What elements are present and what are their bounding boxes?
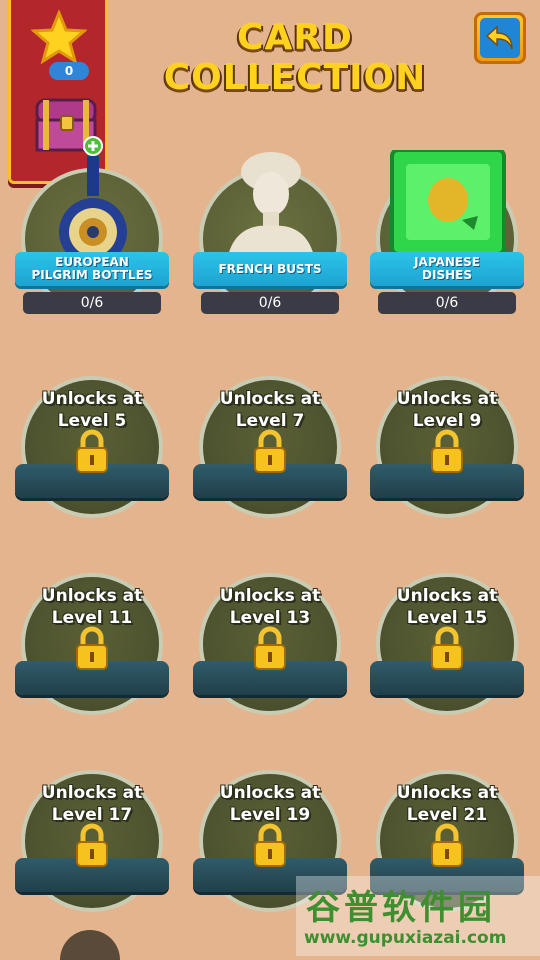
title-line-1: CARD: [237, 17, 353, 58]
padlock-icon: [430, 822, 464, 868]
unlock-text: Unlocks at Level 13: [219, 586, 321, 628]
star-icon: [30, 9, 88, 66]
back-button[interactable]: [474, 12, 526, 64]
watermark-cn: 谷普软件园: [306, 888, 496, 928]
collection-label: FRENCH BUSTS: [193, 252, 347, 286]
unlock-text: Unlocks at Level 21: [396, 783, 498, 825]
padlock-icon: [75, 625, 109, 671]
collection-card-french-busts[interactable]: FRENCH BUSTS 0/6: [193, 150, 347, 314]
star-count-badge: 0: [49, 62, 89, 80]
watermark-url: www.gupuxiazai.com: [304, 928, 507, 948]
back-arrow-icon: [480, 18, 520, 58]
unlock-text: Unlocks at Level 9: [396, 389, 498, 431]
locked-card[interactable]: Unlocks at Level 7: [193, 358, 347, 518]
collection-label: JAPANESE DISHES: [370, 252, 524, 286]
locked-card[interactable]: Unlocks at Level 5: [15, 358, 169, 518]
padlock-icon: [253, 428, 287, 474]
padlock-icon: [75, 428, 109, 474]
watermark: 谷普软件园 www.gupuxiazai.com: [296, 876, 540, 956]
collection-progress: 0/6: [201, 292, 339, 314]
locked-card[interactable]: Unlocks at Level 13: [193, 555, 347, 715]
collection-label: EUROPEAN PILGRIM BOTTLES: [15, 252, 169, 286]
unlock-text: Unlocks at Level 7: [219, 389, 321, 431]
locked-card[interactable]: Unlocks at Level 11: [15, 555, 169, 715]
locked-card[interactable]: Unlocks at Level 17: [15, 752, 169, 912]
locked-card[interactable]: Unlocks at Level 15: [370, 555, 524, 715]
unlock-text: Unlocks at Level 5: [41, 389, 143, 431]
collection-progress: 0/6: [23, 292, 161, 314]
treasure-chest-icon[interactable]: [33, 90, 103, 156]
collection-card-japanese-dishes[interactable]: JAPANESE DISHES 0/6: [370, 148, 524, 314]
locked-card[interactable]: Unlocks at Level 9: [370, 358, 524, 518]
title-line-2: COLLECTION: [163, 57, 427, 98]
next-row-artifact: [60, 930, 120, 960]
padlock-icon: [430, 625, 464, 671]
padlock-icon: [253, 822, 287, 868]
unlock-text: Unlocks at Level 17: [41, 783, 143, 825]
collection-progress: 0/6: [378, 292, 516, 314]
padlock-icon: [253, 625, 287, 671]
padlock-icon: [75, 822, 109, 868]
unlock-text: Unlocks at Level 15: [396, 586, 498, 628]
collection-card-european-pilgrim-bottles[interactable]: EUROPEAN PILGRIM BOTTLES 0/6: [15, 150, 169, 314]
unlock-text: Unlocks at Level 19: [219, 783, 321, 825]
unlock-text: Unlocks at Level 11: [41, 586, 143, 628]
page-title: CARD COLLECTION: [150, 18, 440, 98]
padlock-icon: [430, 428, 464, 474]
